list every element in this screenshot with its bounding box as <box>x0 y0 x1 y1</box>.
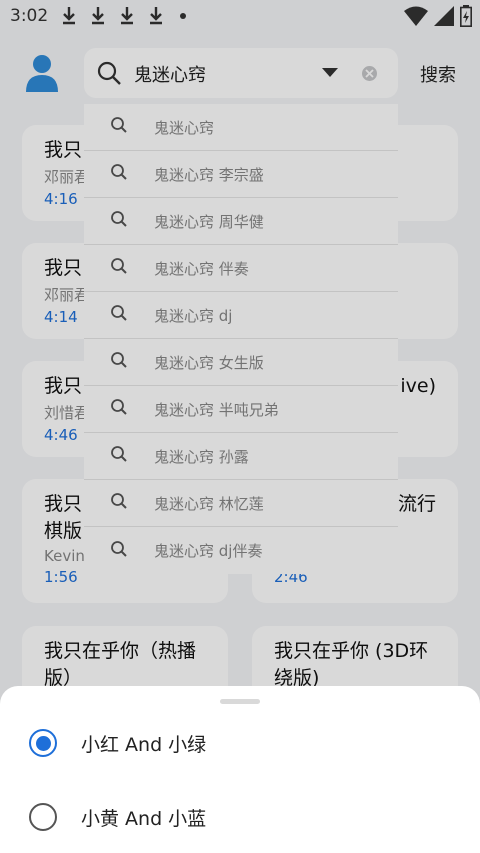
drag-handle[interactable] <box>220 699 260 704</box>
bottom-sheet: 小红 And 小绿 小黄 And 小蓝 <box>0 686 480 853</box>
option-label: 小红 And 小绿 <box>81 733 207 756</box>
option-label: 小黄 And 小蓝 <box>81 807 207 830</box>
radio-unchecked-icon[interactable] <box>29 803 57 831</box>
radio-checked-icon[interactable] <box>29 729 57 757</box>
option-item[interactable]: 小黄 And 小蓝 <box>0 789 480 845</box>
option-item[interactable]: 小红 And 小绿 <box>0 715 480 771</box>
